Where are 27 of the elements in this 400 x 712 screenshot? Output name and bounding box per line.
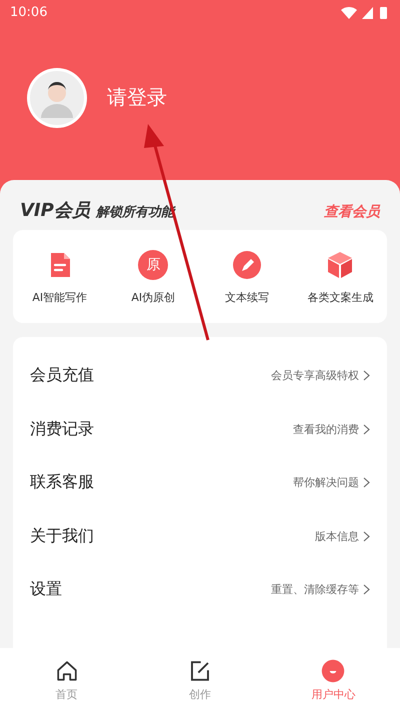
avatar-icon[interactable] (27, 68, 87, 128)
menu-item[interactable]: 关于我们 (30, 526, 94, 547)
menu-item[interactable]: 设置 (30, 579, 62, 600)
menu-detail: 查看我的消费 (293, 422, 359, 437)
menu-item[interactable]: 联系客服 (30, 472, 94, 494)
menu-item[interactable]: 会员充值 (30, 365, 94, 386)
badge-icon: 原 (138, 250, 168, 280)
home-icon (54, 658, 79, 682)
chevron-icon (363, 370, 370, 382)
feature-button[interactable]: 文本续写 (200, 250, 294, 305)
chevron-icon (363, 424, 370, 435)
menu-detail: 重置、清除缓存等 (271, 582, 359, 598)
feature-button[interactable]: AI智能写作 (13, 250, 106, 305)
status-time: 10:06 (10, 5, 48, 20)
chevron-icon (363, 584, 370, 596)
pen-icon (232, 250, 262, 280)
smile-icon (321, 658, 346, 682)
chevron-icon (363, 530, 370, 542)
vip-title: VIP会员 (20, 199, 90, 222)
menu-detail: 帮你解决问题 (293, 475, 359, 490)
menu-item[interactable]: 消费记录 (30, 418, 94, 440)
feature-button[interactable]: 原 AI伪原创 (106, 250, 200, 305)
feature-button[interactable]: 各类文案生成 (294, 250, 387, 305)
menu-detail: 会员专享高级特权 (271, 368, 359, 384)
status-icons (340, 6, 390, 20)
menu-detail: 版本信息 (315, 528, 359, 544)
chevron-icon (363, 477, 370, 488)
